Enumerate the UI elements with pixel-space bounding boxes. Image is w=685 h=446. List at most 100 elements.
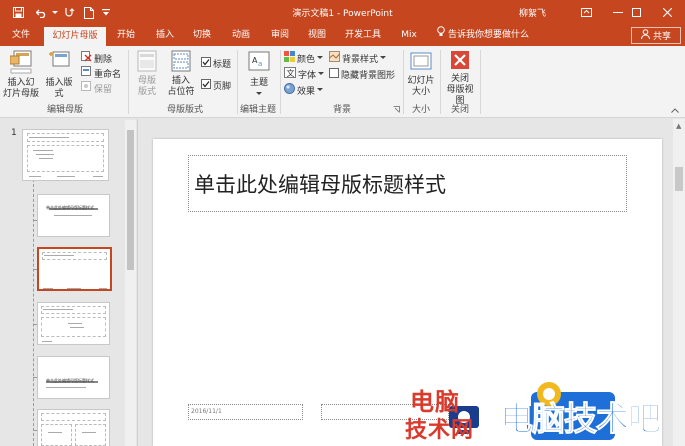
- background-dialog-launcher-icon[interactable]: [393, 103, 400, 115]
- tab-transitions[interactable]: 切换: [187, 25, 217, 46]
- close-window-icon[interactable]: [652, 0, 682, 25]
- tab-developer[interactable]: 开发工具: [341, 25, 385, 46]
- lightbulb-icon: [437, 25, 445, 46]
- size-group-label: 大小: [411, 105, 430, 115]
- group-separator: [480, 50, 481, 114]
- slide-size-button[interactable]: 幻灯片 大小: [405, 50, 437, 98]
- delete-button[interactable]: 删除: [81, 51, 113, 65]
- chevron-down-icon: [256, 89, 262, 100]
- close-master-view-button[interactable]: 关闭 母版视图: [443, 50, 477, 107]
- svg-text:文: 文: [287, 68, 295, 78]
- master-layout-label: 母版 版式: [137, 76, 156, 97]
- effects-icon: [284, 83, 295, 97]
- share-button[interactable]: 共享: [631, 27, 681, 44]
- insert-layout-button[interactable]: 插入版式: [42, 50, 76, 100]
- tab-home[interactable]: 开始: [111, 25, 141, 46]
- tell-me-search[interactable]: 告诉我你想要做什么: [437, 25, 529, 46]
- background-styles-button[interactable]: 背景样式: [329, 51, 387, 65]
- effects-label: 效果: [297, 86, 316, 97]
- ribbon: 插入幻 灯片母版 插入版式 删除 重命名 保留 编辑母版 母版 版式 插入 占位…: [0, 46, 685, 118]
- title-checkbox[interactable]: 标题: [201, 56, 231, 70]
- slide-master-icon: [9, 50, 32, 78]
- slide-master-thumbnail[interactable]: [22, 129, 109, 181]
- master-layout-group-label: 母版版式: [166, 105, 203, 115]
- preserve-label: 保留: [94, 84, 113, 95]
- tab-view[interactable]: 视图: [302, 25, 332, 46]
- tab-animations[interactable]: 动画: [226, 25, 256, 46]
- background-group-label: 背景: [332, 105, 351, 115]
- tell-me-label: 告诉我你想要做什么: [448, 30, 530, 40]
- person-icon: [640, 29, 650, 42]
- group-separator: [440, 50, 441, 114]
- hide-background-graphics-label: 隐藏背景图形: [341, 70, 396, 81]
- tab-slide-master[interactable]: 幻灯片母版: [44, 27, 106, 46]
- powerpoint-window: 演示文稿1 - PowerPoint 柳絮飞 文件 幻灯片母版 开始 插入 切换…: [0, 0, 685, 446]
- slide-number: 1: [11, 128, 17, 138]
- effects-button[interactable]: 效果: [284, 83, 324, 97]
- title-placeholder[interactable]: 单击此处编辑母版标题样式: [188, 155, 627, 212]
- fonts-label: 字体: [298, 70, 317, 81]
- collapse-ribbon-icon[interactable]: [671, 104, 679, 116]
- close-red-icon: [450, 50, 470, 74]
- insert-slide-master-button[interactable]: 插入幻 灯片母版: [3, 50, 39, 100]
- placeholder-icon: [170, 50, 192, 76]
- scroll-up-icon[interactable]: ▲: [676, 122, 681, 130]
- ribbon-display-options-icon[interactable]: [571, 0, 601, 25]
- scrollbar-thumb[interactable]: [675, 167, 683, 191]
- group-separator: [128, 50, 129, 114]
- chevron-down-icon: [317, 85, 324, 95]
- layout-thumbnail-title: 单击此处编辑母版标题样式: [46, 378, 94, 383]
- chevron-down-icon: [318, 69, 325, 79]
- themes-label: 主题: [249, 78, 268, 88]
- delete-label: 删除: [94, 54, 113, 65]
- edit-theme-group-label: 编辑主题: [239, 105, 276, 115]
- rename-icon: [81, 66, 92, 80]
- fonts-button[interactable]: 文 字体: [284, 67, 325, 81]
- checkbox-checked-icon: [201, 56, 211, 70]
- insert-placeholder-label: 插入 占位符: [167, 76, 195, 97]
- footer-checkbox[interactable]: 页脚: [201, 78, 231, 92]
- master-layout-button[interactable]: 母版 版式: [133, 50, 161, 98]
- group-separator: [280, 50, 281, 114]
- edit-master-group-label: 编辑母版: [46, 105, 83, 115]
- layout-thumbnail-title: 单击此处编辑母版标题样式: [46, 205, 94, 210]
- insert-layout-label: 插入版式: [45, 78, 73, 99]
- title-bar: 演示文稿1 - PowerPoint 柳絮飞: [0, 0, 685, 25]
- layout-thumbnail-selected[interactable]: [37, 247, 112, 291]
- preserve-button[interactable]: 保留: [81, 81, 113, 95]
- hide-background-graphics-checkbox[interactable]: 隐藏背景图形: [329, 67, 396, 81]
- user-name[interactable]: 柳絮飞: [519, 6, 546, 19]
- rename-button[interactable]: 重命名: [81, 66, 122, 80]
- background-styles-label: 背景样式: [342, 54, 379, 65]
- maximize-icon[interactable]: [621, 0, 651, 25]
- tab-file[interactable]: 文件: [4, 25, 38, 46]
- themes-button[interactable]: Aa 主题: [243, 50, 275, 100]
- master-layout-icon: [137, 50, 157, 76]
- delete-icon: [81, 51, 92, 65]
- date-placeholder[interactable]: 2016/11/1: [188, 404, 303, 420]
- layout-thumbnail[interactable]: [37, 302, 110, 345]
- checkbox-checked-icon: [201, 78, 211, 92]
- watermark-brand-text: 电脑技术吧: [500, 399, 662, 439]
- colors-button[interactable]: 颜色: [284, 51, 324, 65]
- font-icon: 文: [284, 67, 296, 81]
- checkbox-unchecked-icon: [329, 67, 339, 81]
- rename-label: 重命名: [94, 69, 122, 80]
- layout-thumbnail[interactable]: [37, 409, 110, 446]
- watermark: 电脑 技术网 电脑技术吧: [405, 378, 685, 446]
- slide-size-label: 幻灯片 大小: [407, 76, 435, 97]
- watermark-text-line2: 技术网: [405, 417, 475, 443]
- thumbnail-scrollbar[interactable]: [125, 120, 136, 446]
- tab-mix[interactable]: Mix: [397, 25, 421, 46]
- colors-label: 颜色: [297, 54, 316, 65]
- scrollbar-thumb[interactable]: [127, 130, 134, 270]
- tab-review[interactable]: 审阅: [265, 25, 295, 46]
- layout-thumbnail[interactable]: 单击此处编辑母版标题样式: [37, 356, 110, 399]
- tab-insert[interactable]: 插入: [150, 25, 180, 46]
- layout-thumbnail[interactable]: 单击此处编辑母版标题样式: [37, 194, 110, 237]
- ribbon-tabs: 文件 幻灯片母版 开始 插入 切换 动画 审阅 视图 开发工具 Mix 告诉我你…: [0, 25, 685, 46]
- themes-icon: Aa: [248, 50, 270, 78]
- date-placeholder-text: 2016/11/1: [191, 408, 222, 415]
- insert-placeholder-button[interactable]: 插入 占位符: [163, 50, 199, 98]
- chevron-down-icon: [380, 53, 387, 63]
